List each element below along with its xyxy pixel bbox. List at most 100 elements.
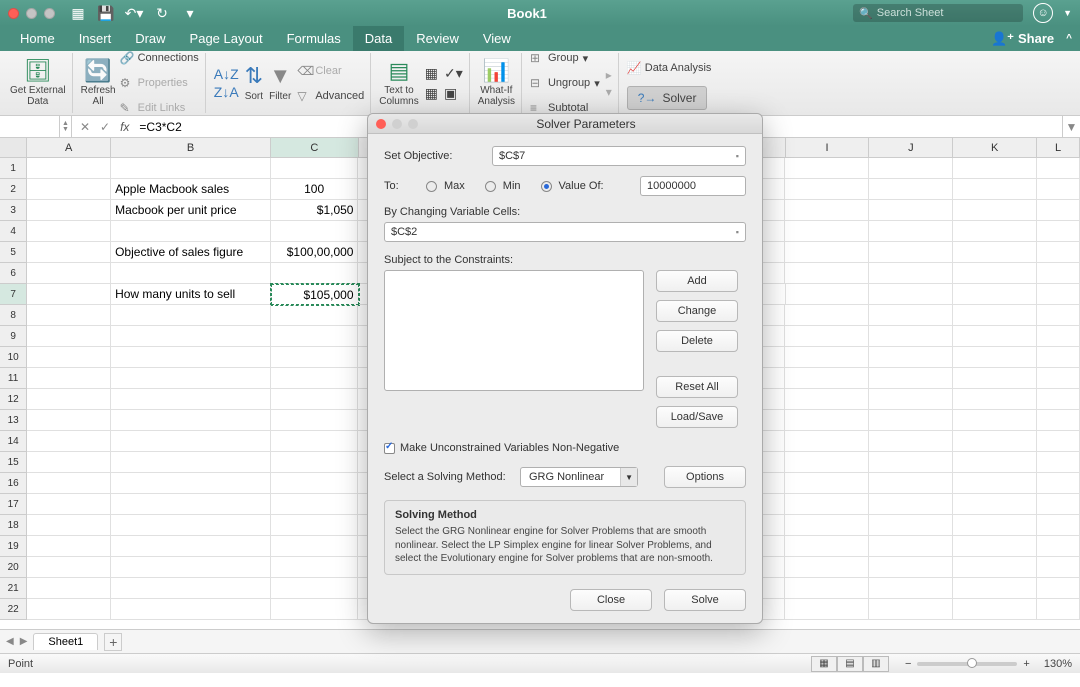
consolidate-icon[interactable]: ▣ xyxy=(444,85,463,102)
cell-L2[interactable] xyxy=(1037,179,1080,200)
options-button[interactable]: Options xyxy=(664,466,746,488)
properties-button[interactable]: ⚙Properties xyxy=(120,73,199,94)
cell-I20[interactable] xyxy=(785,557,869,578)
cell-A20[interactable] xyxy=(27,557,111,578)
row-header-6[interactable]: 6 xyxy=(0,263,27,284)
cell-J21[interactable] xyxy=(869,578,953,599)
cell-K4[interactable] xyxy=(953,221,1037,242)
cell-L7[interactable] xyxy=(1037,284,1080,305)
refresh-all-button[interactable]: 🔄 Refresh All xyxy=(81,59,116,107)
group-button[interactable]: ⊞Group ▾ xyxy=(530,48,600,69)
cell-B21[interactable] xyxy=(111,578,271,599)
filter-button[interactable]: ▼ Filter xyxy=(269,64,291,101)
collapse-ribbon-icon[interactable]: ^ xyxy=(1066,33,1072,44)
cell-K2[interactable] xyxy=(953,179,1037,200)
cell-A2[interactable] xyxy=(27,179,111,200)
cell-C16[interactable] xyxy=(271,473,359,494)
column-header-L[interactable]: L xyxy=(1037,138,1080,157)
cell-I8[interactable] xyxy=(785,305,869,326)
cell-K16[interactable] xyxy=(953,473,1037,494)
qat-customize-icon[interactable]: ▾ xyxy=(179,5,201,22)
cell-J11[interactable] xyxy=(869,368,953,389)
column-header-K[interactable]: K xyxy=(953,138,1037,157)
cell-B6[interactable] xyxy=(111,263,271,284)
cell-I3[interactable] xyxy=(785,200,869,221)
cell-C11[interactable] xyxy=(271,368,359,389)
cell-J14[interactable] xyxy=(869,431,953,452)
cell-K1[interactable] xyxy=(953,158,1037,179)
zoom-out-icon[interactable]: − xyxy=(905,658,911,670)
cell-A21[interactable] xyxy=(27,578,111,599)
method-select[interactable]: GRG Nonlinear ▼ xyxy=(520,467,638,487)
cell-I19[interactable] xyxy=(785,536,869,557)
cell-A3[interactable] xyxy=(27,200,111,221)
row-header-1[interactable]: 1 xyxy=(0,158,27,179)
feedback-dropdown-icon[interactable]: ▼ xyxy=(1063,8,1072,18)
cell-C7[interactable]: $105,000 xyxy=(271,284,359,305)
page-layout-view-icon[interactable]: ▤ xyxy=(837,656,863,672)
cell-K10[interactable] xyxy=(953,347,1037,368)
cell-L14[interactable] xyxy=(1037,431,1080,452)
sheet-nav-prev-icon[interactable]: ◀ xyxy=(6,636,14,647)
row-header-19[interactable]: 19 xyxy=(0,536,27,557)
cell-A11[interactable] xyxy=(27,368,111,389)
clear-button[interactable]: ⌫Clear xyxy=(297,60,364,81)
cell-B2[interactable]: Apple Macbook sales xyxy=(111,179,271,200)
cell-B19[interactable] xyxy=(111,536,271,557)
cell-J1[interactable] xyxy=(869,158,953,179)
cell-K5[interactable] xyxy=(953,242,1037,263)
cell-J4[interactable] xyxy=(869,221,953,242)
row-header-9[interactable]: 9 xyxy=(0,326,27,347)
cell-A6[interactable] xyxy=(27,263,111,284)
tab-data[interactable]: Data xyxy=(353,26,404,51)
cell-J7[interactable] xyxy=(869,284,953,305)
cell-C5[interactable]: $100,00,000 xyxy=(271,242,359,263)
minimize-window-icon[interactable] xyxy=(26,8,37,19)
row-header-14[interactable]: 14 xyxy=(0,431,27,452)
cell-I16[interactable] xyxy=(785,473,869,494)
cell-C18[interactable] xyxy=(271,515,359,536)
tab-view[interactable]: View xyxy=(471,26,523,51)
cell-B20[interactable] xyxy=(111,557,271,578)
value-of-radio[interactable]: Value Of: xyxy=(541,180,604,192)
cell-J12[interactable] xyxy=(869,389,953,410)
column-header-B[interactable]: B xyxy=(111,138,271,157)
cell-K18[interactable] xyxy=(953,515,1037,536)
remove-duplicates-icon[interactable]: ▦ xyxy=(425,85,438,102)
cell-A5[interactable] xyxy=(27,242,111,263)
cell-B1[interactable] xyxy=(111,158,271,179)
sheet-nav-next-icon[interactable]: ▶ xyxy=(20,636,28,647)
reset-all-button[interactable]: Reset All xyxy=(656,376,738,398)
cell-J19[interactable] xyxy=(869,536,953,557)
cancel-formula-icon[interactable]: ✕ xyxy=(80,120,90,134)
cell-L13[interactable] xyxy=(1037,410,1080,431)
cell-C2[interactable]: 100 xyxy=(271,179,359,200)
cell-C19[interactable] xyxy=(271,536,359,557)
cell-J6[interactable] xyxy=(869,263,953,284)
cell-B8[interactable] xyxy=(111,305,271,326)
cell-K14[interactable] xyxy=(953,431,1037,452)
cell-A4[interactable] xyxy=(27,221,111,242)
cell-B22[interactable] xyxy=(111,599,271,620)
unconstrained-checkbox[interactable]: Make Unconstrained Variables Non-Negativ… xyxy=(384,442,746,454)
cell-I22[interactable] xyxy=(785,599,869,620)
advanced-button[interactable]: ▽Advanced xyxy=(297,85,364,106)
cell-J2[interactable] xyxy=(869,179,953,200)
cell-I2[interactable] xyxy=(785,179,869,200)
load-save-button[interactable]: Load/Save xyxy=(656,406,738,428)
cell-L20[interactable] xyxy=(1037,557,1080,578)
cell-B3[interactable]: Macbook per unit price xyxy=(111,200,271,221)
cell-K13[interactable] xyxy=(953,410,1037,431)
cell-C1[interactable] xyxy=(271,158,359,179)
cell-A10[interactable] xyxy=(27,347,111,368)
value-of-input[interactable]: 10000000 xyxy=(640,176,746,196)
constraints-list[interactable] xyxy=(384,270,644,391)
cell-C15[interactable] xyxy=(271,452,359,473)
cell-C21[interactable] xyxy=(271,578,359,599)
ungroup-button[interactable]: ⊟Ungroup ▾ xyxy=(530,73,600,94)
cell-I4[interactable] xyxy=(785,221,869,242)
cell-I18[interactable] xyxy=(785,515,869,536)
cell-L1[interactable] xyxy=(1037,158,1080,179)
cell-K19[interactable] xyxy=(953,536,1037,557)
cell-A16[interactable] xyxy=(27,473,111,494)
